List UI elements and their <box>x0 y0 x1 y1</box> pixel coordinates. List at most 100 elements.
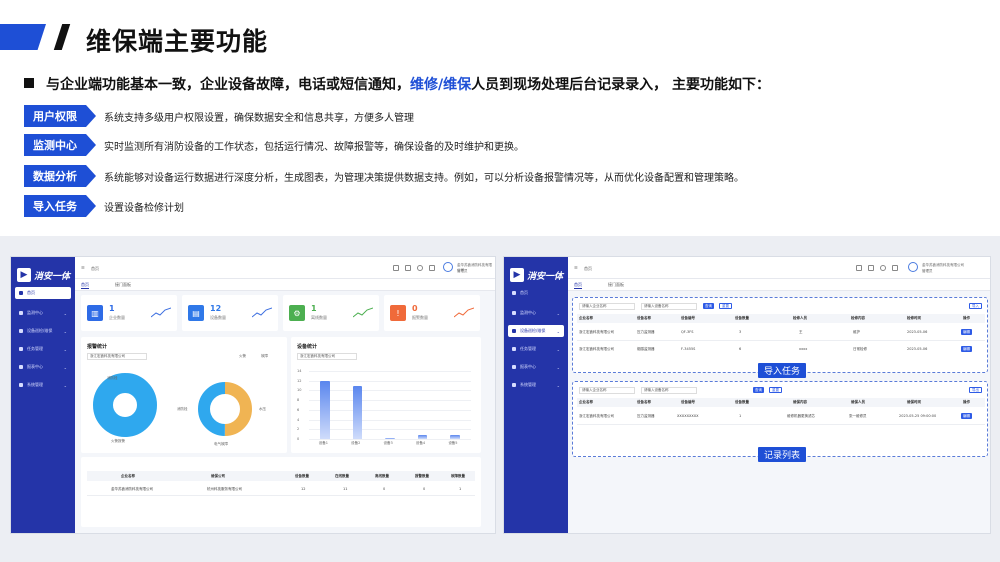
x-tick-label: 设备4 <box>415 441 426 445</box>
cell: 浙江宏鑫科技有限公司 <box>579 347 614 351</box>
edit-button[interactable]: 编辑 <box>961 329 972 335</box>
column-header: 设备数量 <box>735 400 749 404</box>
gridline <box>309 409 471 411</box>
sidebar: ▶ 消安一体 首页 监测中心 ⌄ 设备巡检/维保 ⌄ 任务管理 ⌄ 报表中心 ⌄ 系统管理… <box>504 257 568 533</box>
cell: 12 <box>301 487 306 491</box>
company-select[interactable]: 浙江宏鑫科技有限公司 <box>87 353 147 360</box>
chart-bar <box>417 435 428 439</box>
gear-icon: ⚙ <box>289 305 305 321</box>
tabs-bar: 首页 接门面板 <box>75 279 495 291</box>
gridline <box>309 380 471 382</box>
cell: 2023-05-25 09:00:00 <box>899 414 937 418</box>
home-icon[interactable] <box>856 265 862 271</box>
intro-part2: 人员到现场处理后台记录录入， 主要功能如下： <box>471 77 770 93</box>
lock-icon[interactable] <box>868 265 874 271</box>
import-button[interactable]: 导入 <box>969 303 982 309</box>
y-tick-label: 14 <box>297 369 302 373</box>
trend-sparkline <box>353 307 373 318</box>
intro-part1: 与企业端功能基本一致，企业设备故障，电话或短信通知， <box>46 77 410 93</box>
column-header: 企业名称 <box>121 474 135 478</box>
avatar[interactable] <box>908 262 918 272</box>
menu-toggle-icon[interactable]: ☰ <box>574 265 578 270</box>
column-header: 设备编号 <box>681 400 695 404</box>
column-header: 在线数量 <box>335 474 349 478</box>
feature-tag: 用户权限 <box>24 105 96 127</box>
cell: 3 <box>739 330 742 334</box>
cell: 浙江宏鑫科技有限公司 <box>579 414 614 418</box>
y-tick-label: 4 <box>297 417 300 422</box>
record-list-callout: 记录列表 <box>758 447 807 462</box>
pie-tag: 水压 <box>259 407 266 411</box>
device-search-input[interactable]: 请输入设备名称 <box>641 303 697 310</box>
sidebar-item-tasks[interactable]: 任务管理 ⌄ <box>508 343 564 355</box>
stat-value: 1 <box>109 304 115 313</box>
sidebar-item-inspection[interactable]: 设备巡检/维保 ⌄ <box>15 325 71 337</box>
card-title: 设备统计 <box>297 344 318 350</box>
stat-card-offline: ⚙ 1 离线数量 <box>283 295 379 331</box>
fire-alarm-donut <box>93 373 157 437</box>
device-icon: ▤ <box>188 305 204 321</box>
card-title: 报警统计 <box>87 344 108 350</box>
bar-chart: 14 12 10 8 6 4 2 0 设备1 设备2 设备3 设备4 设备5 <box>295 367 477 447</box>
feature-desc: 设置设备检修计划 <box>104 202 184 214</box>
search-button[interactable]: 查询 <box>703 303 714 309</box>
cell: 日常检修 <box>853 347 867 351</box>
cell: 1 <box>459 487 462 491</box>
summary-table: 企业名称 维保公司 设备数量 在线数量 离线数量 报警数量 故障数量 金华苏鑫消… <box>81 457 481 527</box>
tab-panel[interactable]: 接门面板 <box>608 281 624 289</box>
y-tick-label: 0 <box>297 437 300 441</box>
edit-button[interactable]: 编辑 <box>961 413 972 419</box>
company-select[interactable]: 浙江宏鑫科技有限公司 <box>297 353 357 360</box>
avatar[interactable] <box>443 262 453 272</box>
cell: 金华苏鑫消防科技有限公司 <box>111 487 153 491</box>
sidebar-item-home[interactable]: 首页 <box>15 287 71 299</box>
column-header: 报警数量 <box>415 474 429 478</box>
import-task-callout: 导入任务 <box>758 363 807 378</box>
sidebar-item-reports[interactable]: 报表中心 ⌄ <box>15 361 71 373</box>
stat-value: 0 <box>412 304 418 313</box>
breadcrumb: 首页 <box>91 266 99 271</box>
device-search-input[interactable]: 请输入设备名称 <box>641 387 697 394</box>
feature-tag: 导入任务 <box>24 195 96 217</box>
lock-icon[interactable] <box>405 265 411 271</box>
export-button[interactable]: 导出 <box>969 387 982 393</box>
sidebar-item-tasks[interactable]: 任务管理 ⌄ <box>15 343 71 355</box>
page-title: 维保端主要功能 <box>86 27 269 56</box>
header-stroke <box>53 24 71 50</box>
sidebar-item-system[interactable]: 系统管理 ⌄ <box>508 379 564 391</box>
pie-tag: 消防栓 <box>177 407 188 411</box>
sidebar-item-reports[interactable]: 报表中心 ⌄ <box>508 361 564 373</box>
tab-home[interactable]: 首页 <box>574 281 582 289</box>
dashboard-screenshot: ▶ 消安一体 首页 监测中心 ⌄ 设备巡检/维保 ⌄ 任务管理 ⌄ 报表中心 ⌄ 系统管理… <box>10 256 496 534</box>
column-header: 故障数量 <box>451 474 465 478</box>
logo-icon: ▶ <box>17 268 31 282</box>
sidebar-item-home[interactable]: 首页 <box>508 287 564 299</box>
refresh-icon[interactable] <box>417 265 423 271</box>
edit-button[interactable]: 编辑 <box>961 346 972 352</box>
sidebar-item-inspection[interactable]: 设备巡检/维保 ⌄ <box>508 325 564 337</box>
tab-panel[interactable]: 接门面板 <box>115 281 131 289</box>
reset-button[interactable]: 重置 <box>769 387 782 393</box>
company-name: 金华苏鑫消防科技有限公司 <box>922 263 964 267</box>
fullscreen-icon[interactable] <box>892 265 898 271</box>
menu-toggle-icon[interactable]: ☰ <box>81 265 85 270</box>
refresh-icon[interactable] <box>880 265 886 271</box>
y-tick-label: 6 <box>297 407 300 412</box>
column-header: 设备名称 <box>637 316 651 320</box>
tab-home[interactable]: 首页 <box>81 281 89 289</box>
header-decoration <box>0 24 47 50</box>
column-header: 维保人员 <box>851 400 865 404</box>
home-icon[interactable] <box>393 265 399 271</box>
reset-button[interactable]: 重置 <box>719 303 732 309</box>
sidebar-item-monitor[interactable]: 监测中心 ⌄ <box>15 307 71 319</box>
company-search-input[interactable]: 请输入企业名称 <box>579 387 635 394</box>
company-search-input[interactable]: 请输入企业名称 <box>579 303 635 310</box>
fullscreen-icon[interactable] <box>429 265 435 271</box>
sidebar-item-monitor[interactable]: 监测中心 ⌄ <box>508 307 564 319</box>
search-button[interactable]: 查询 <box>753 387 764 393</box>
feature-desc: 系统支持多级用户权限设置，确保数据安全和信息共享，方便多人管理 <box>104 112 414 124</box>
alarm-stats-card: 报警统计 浙江宏鑫科技有限公司 火警 故障 消防栓 火警报警 消防栓 水压 电气… <box>81 337 287 453</box>
sidebar-item-system[interactable]: 系统管理 ⌄ <box>15 379 71 391</box>
cell: 2023-05-06 <box>907 347 928 351</box>
tabs-bar: 首页 接门面板 <box>568 279 990 291</box>
